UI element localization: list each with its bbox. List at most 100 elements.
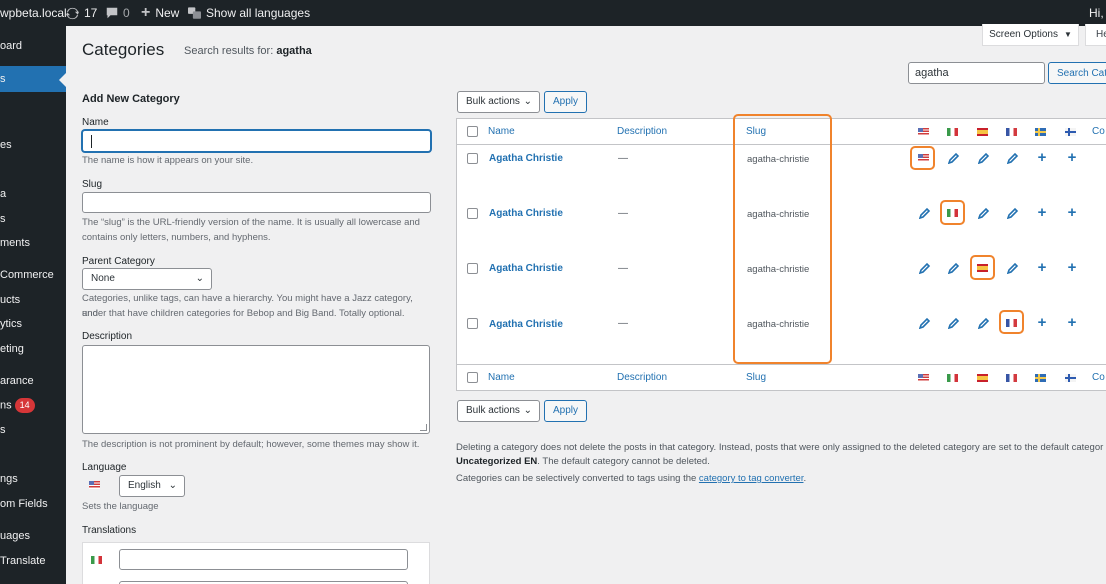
name-input[interactable] <box>82 130 431 152</box>
row-checkbox[interactable] <box>467 208 478 219</box>
description-textarea[interactable] <box>82 345 430 434</box>
add-translation-fi[interactable]: + <box>1065 149 1079 166</box>
column-slug-footer[interactable]: Slug <box>746 372 766 383</box>
select-all-checkbox[interactable] <box>467 372 478 383</box>
updates-link[interactable]: 17 <box>66 0 97 26</box>
menu-label: ngs <box>0 473 18 485</box>
comment-icon <box>106 7 118 19</box>
description-label: Description <box>82 331 133 342</box>
spain-flag-icon <box>977 374 988 382</box>
menu-languages[interactable]: uages <box>0 530 66 542</box>
edit-translation-us[interactable] <box>918 316 932 330</box>
flag-highlight-es <box>970 255 995 280</box>
edit-translation-us[interactable] <box>918 206 932 220</box>
category-name-link[interactable]: Agatha Christie <box>489 208 563 219</box>
row-checkbox[interactable] <box>467 153 478 164</box>
add-translation-fi[interactable]: + <box>1065 260 1079 275</box>
form-heading: Add New Category <box>82 93 180 105</box>
site-name-link[interactable]: wpbeta.local <box>0 0 67 26</box>
row-checkbox[interactable] <box>467 318 478 329</box>
edit-translation-fr[interactable] <box>1006 261 1020 275</box>
italian-translation-input[interactable] <box>119 549 408 570</box>
menu-woocommerce[interactable]: Commerce <box>0 269 66 281</box>
new-label: New <box>155 6 180 20</box>
converter-note-prefix: Categories can be selectively converted … <box>456 473 699 484</box>
add-translation-fi[interactable]: + <box>1065 205 1079 220</box>
pencil-icon <box>978 152 990 164</box>
bulk-actions-select-bottom[interactable]: Bulk actions ⌄ <box>457 400 540 422</box>
menu-media[interactable]: a <box>0 188 66 200</box>
chevron-down-icon: ⌄ <box>523 96 532 107</box>
apply-button-top[interactable]: Apply <box>544 91 588 113</box>
help-button[interactable]: He <box>1085 24 1106 46</box>
category-name-link[interactable]: Agatha Christie <box>489 319 563 330</box>
edit-translation-es[interactable] <box>977 151 991 165</box>
column-count-header[interactable]: Co <box>1092 126 1105 137</box>
language-label: Language <box>82 462 127 473</box>
caret-down-icon: ▼ <box>1064 30 1072 39</box>
sweden-flag-icon <box>1035 374 1046 382</box>
account-link[interactable]: Hi, n <box>1089 0 1106 26</box>
parent-category-select[interactable]: None ⌄ <box>82 268 212 290</box>
search-categories-button[interactable]: Search Cate <box>1048 62 1106 84</box>
edit-translation-fr[interactable] <box>1006 151 1020 165</box>
comments-link[interactable]: 0 <box>106 0 130 26</box>
greeting: Hi, n <box>1089 6 1106 20</box>
resize-grip-icon[interactable] <box>420 424 427 431</box>
menu-label: arance <box>0 375 34 387</box>
column-count-footer[interactable]: Co <box>1092 372 1105 383</box>
slug-input[interactable] <box>82 192 431 213</box>
menu-comments[interactable]: ments <box>0 237 66 249</box>
category-description: — <box>618 263 628 274</box>
menu-appearance[interactable]: arance <box>0 375 66 387</box>
bulk-actions-select-top[interactable]: Bulk actions ⌄ <box>457 91 540 113</box>
menu-custom-fields[interactable]: om Fields <box>0 498 66 510</box>
menu-analytics[interactable]: ytics <box>0 318 66 330</box>
language-select[interactable]: English ⌄ <box>119 475 185 497</box>
new-content-link[interactable]: + New <box>141 0 179 26</box>
column-name-header[interactable]: Name <box>488 126 515 137</box>
menu-dashboard[interactable]: oard <box>0 40 66 52</box>
translations-box <box>82 542 430 584</box>
menu-plugins[interactable]: ns 14 <box>0 398 66 413</box>
edit-translation-it[interactable] <box>947 261 961 275</box>
add-translation-se[interactable]: + <box>1035 204 1049 221</box>
screen-options-label: Screen Options <box>989 29 1058 40</box>
category-name-link[interactable]: Agatha Christie <box>489 263 563 274</box>
row-checkbox[interactable] <box>467 263 478 274</box>
pencil-icon <box>978 207 990 219</box>
category-name-link[interactable]: Agatha Christie <box>489 153 563 164</box>
name-label: Name <box>82 117 109 128</box>
category-to-tag-converter-link[interactable]: category to tag converter <box>699 473 804 484</box>
edit-translation-es[interactable] <box>977 206 991 220</box>
plus-icon: + <box>1067 149 1077 166</box>
menu-pages[interactable]: es <box>0 139 66 151</box>
search-input[interactable] <box>908 62 1045 84</box>
pencil-icon <box>1007 152 1019 164</box>
add-translation-se[interactable]: + <box>1035 260 1049 275</box>
show-all-languages-link[interactable]: Show all languages <box>188 0 310 26</box>
menu-loco-translate[interactable]: Translate <box>0 555 66 567</box>
select-all-checkbox[interactable] <box>467 126 478 137</box>
add-translation-fi[interactable]: + <box>1065 315 1079 330</box>
column-name-footer[interactable]: Name <box>488 372 515 383</box>
apply-button-bottom[interactable]: Apply <box>544 400 588 422</box>
edit-translation-it[interactable] <box>947 316 961 330</box>
menu-users[interactable]: s <box>0 424 66 436</box>
menu-links[interactable]: s <box>0 213 66 225</box>
menu-settings[interactable]: ngs <box>0 473 66 485</box>
add-translation-se[interactable]: + <box>1035 315 1049 330</box>
edit-translation-es[interactable] <box>977 316 991 330</box>
menu-products[interactable]: ucts <box>0 294 66 306</box>
add-translation-se[interactable]: + <box>1035 150 1049 165</box>
menu-posts-active[interactable]: s <box>0 66 66 92</box>
updates-count: 17 <box>84 6 98 20</box>
edit-translation-fr[interactable] <box>1006 206 1020 220</box>
menu-marketing[interactable]: eting <box>0 343 66 355</box>
edit-translation-us[interactable] <box>918 261 932 275</box>
column-description-footer[interactable]: Description <box>617 372 667 383</box>
plus-icon: + <box>1037 204 1047 221</box>
screen-options-button[interactable]: Screen Options ▼ <box>982 24 1079 46</box>
edit-translation-it[interactable] <box>947 151 961 165</box>
column-description-header[interactable]: Description <box>617 126 667 137</box>
